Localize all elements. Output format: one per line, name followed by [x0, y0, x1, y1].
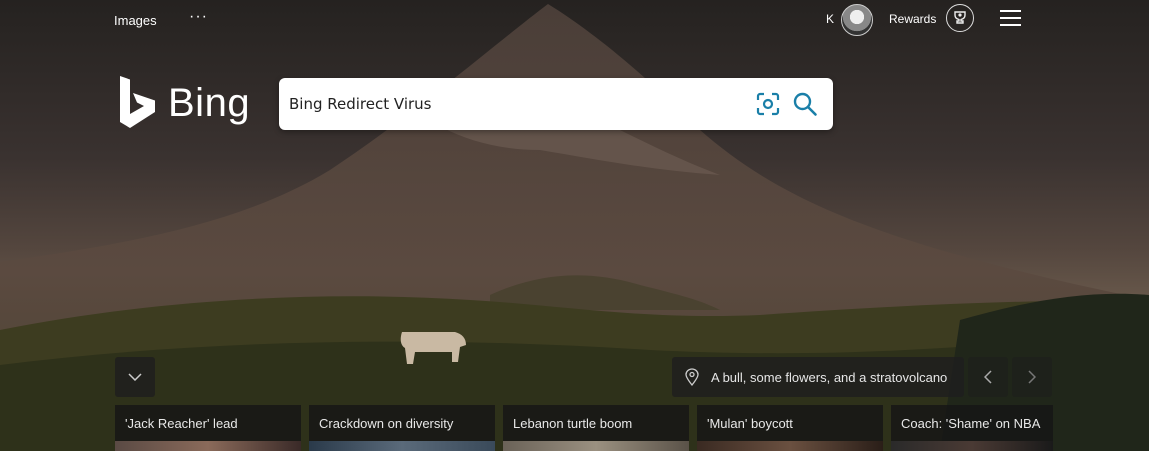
next-image-button[interactable] [1012, 357, 1052, 397]
nav-images-link[interactable]: Images [114, 13, 157, 28]
image-caption: A bull, some flowers, and a stratovolcan… [711, 369, 948, 385]
chevron-right-icon [1028, 370, 1036, 384]
avatar[interactable] [841, 4, 873, 36]
news-card[interactable]: Lebanon turtle boom [503, 405, 689, 451]
search-box [279, 78, 833, 130]
bing-logo[interactable]: Bing [118, 76, 250, 130]
hamburger-menu-icon[interactable] [1000, 10, 1021, 26]
rewards-trophy-icon[interactable] [946, 4, 974, 32]
bing-logo-icon [120, 76, 155, 128]
news-thumbnail [115, 441, 301, 451]
previous-image-button[interactable] [968, 357, 1008, 397]
search-icon[interactable] [792, 91, 818, 117]
news-thumbnail [891, 441, 1053, 451]
news-card[interactable]: Crackdown on diversity [309, 405, 495, 451]
bing-logo-text: Bing [168, 80, 251, 125]
collapse-feed-button[interactable] [115, 357, 155, 397]
news-thumbnail [309, 441, 495, 451]
top-bar: Images ··· K Rewards [0, 0, 1149, 38]
news-card-title: 'Jack Reacher' lead [125, 416, 238, 431]
news-card-title: Coach: 'Shame' on NBA [901, 416, 1041, 431]
news-thumbnail [503, 441, 689, 451]
rewards-label[interactable]: Rewards [889, 12, 936, 26]
search-input[interactable] [289, 92, 729, 116]
news-card-title: Crackdown on diversity [319, 416, 454, 431]
news-card-title: Lebanon turtle boom [513, 416, 633, 431]
visual-search-icon[interactable] [756, 92, 780, 116]
news-card[interactable]: 'Jack Reacher' lead [115, 405, 301, 451]
news-thumbnail [697, 441, 883, 451]
chevron-down-icon [128, 373, 142, 381]
news-card[interactable]: 'Mulan' boycott [697, 405, 883, 451]
more-options-icon[interactable]: ··· [189, 8, 208, 26]
image-info-bar[interactable]: A bull, some flowers, and a stratovolcan… [672, 357, 964, 397]
location-pin-icon [685, 368, 699, 386]
chevron-left-icon [984, 370, 992, 384]
news-card[interactable]: Coach: 'Shame' on NBA [891, 405, 1053, 451]
user-initial[interactable]: K [826, 12, 834, 26]
news-card-title: 'Mulan' boycott [707, 416, 793, 431]
